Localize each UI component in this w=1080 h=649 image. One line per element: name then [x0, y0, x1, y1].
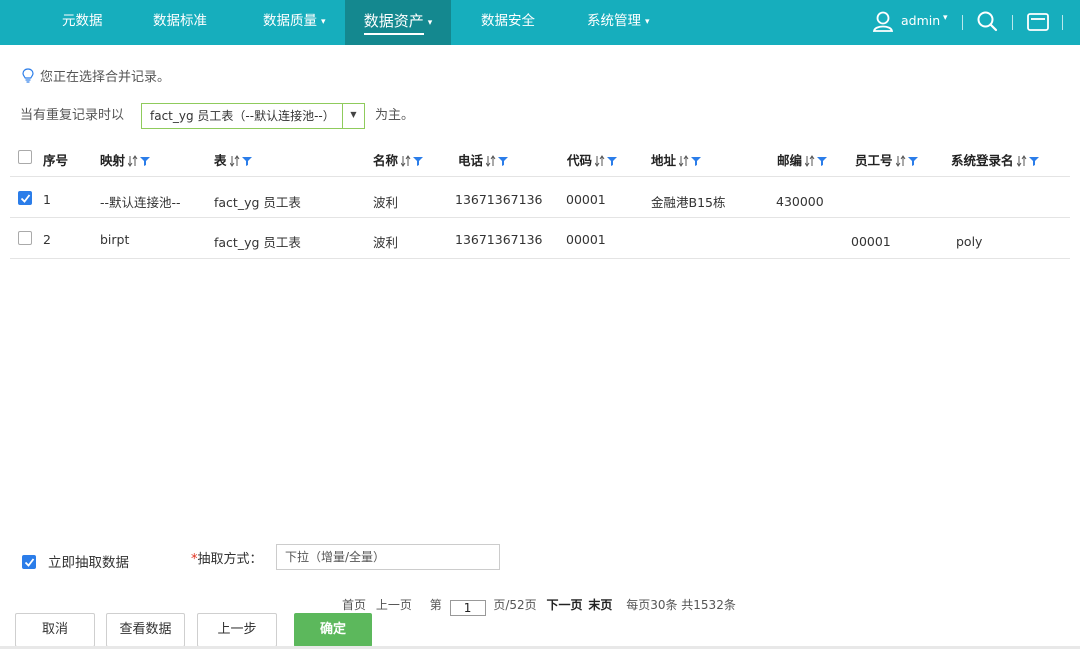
cell-phone: 13671367136 — [455, 192, 543, 207]
cell-mapping: --默认连接池-- — [100, 195, 181, 210]
sort-filter-icon[interactable] — [594, 155, 619, 170]
cell-name: 波利 — [373, 235, 399, 250]
cell-name: 波利 — [373, 195, 399, 210]
column-header-table[interactable]: 表 — [214, 150, 254, 170]
hint-text: 您正在选择合并记录。 — [40, 70, 171, 85]
prev-page-link[interactable]: 上一页 — [376, 598, 412, 612]
cell-employee-no: 00001 — [851, 234, 891, 249]
column-header-employee-no[interactable]: 员工号 — [855, 150, 920, 170]
table-divider — [10, 258, 1070, 259]
select-all-checkbox[interactable] — [18, 150, 32, 164]
checkmark-icon — [20, 194, 31, 203]
cell-address: 金融港B15栋 — [651, 195, 726, 210]
extract-now-checkbox[interactable] — [22, 555, 36, 569]
nav-item-label: 系统管理 — [587, 13, 641, 29]
nav-item-metadata[interactable]: 元数据 — [62, 0, 103, 45]
cell-table: fact_yg 员工表 — [214, 195, 301, 210]
nav-item-label: 元数据 — [62, 13, 103, 29]
pagination: 首页 上一页 第 1 页/52页 下一页 末页 每页30条 共1532条 — [342, 596, 736, 616]
search-icon[interactable] — [976, 10, 998, 32]
column-header-name[interactable]: 名称 — [373, 150, 425, 170]
divider — [1062, 15, 1063, 30]
column-header-login-name[interactable]: 系统登录名 — [951, 150, 1041, 170]
page-number-input[interactable]: 1 — [449, 600, 486, 616]
confirm-button[interactable]: 确定 — [294, 613, 372, 647]
extract-now-label: 立即抽取数据 — [48, 555, 129, 571]
nav-item-data-standard[interactable]: 数据标准 — [153, 0, 207, 45]
username: admin — [901, 13, 941, 28]
nav-item-data-assets[interactable]: 数据资产 ▾ — [345, 0, 451, 45]
next-page-link[interactable]: 下一页 — [547, 598, 583, 612]
dropdown-arrow-icon[interactable]: ▼ — [342, 104, 364, 128]
sort-filter-icon[interactable] — [229, 155, 254, 170]
sort-filter-icon[interactable] — [1016, 155, 1041, 170]
cancel-button[interactable]: 取消 — [15, 613, 95, 647]
column-header-code[interactable]: 代码 — [567, 150, 619, 170]
merge-hint: 您正在选择合并记录。 — [22, 66, 170, 85]
chevron-down-icon: ▾ — [645, 17, 650, 27]
chevron-down-icon: ▾ — [321, 17, 326, 27]
page-prefix: 第 — [429, 598, 442, 612]
table-divider — [10, 176, 1070, 177]
cell-phone: 13671367136 — [455, 232, 543, 247]
extract-mode-select[interactable]: 下拉（增量/全量） — [276, 544, 500, 570]
column-header-index: 序号 — [43, 153, 69, 168]
cell-code: 00001 — [566, 192, 606, 207]
nav-item-data-quality[interactable]: 数据质量 ▾ — [263, 0, 326, 45]
nav-item-label: 数据标准 — [153, 13, 207, 29]
last-page-link[interactable]: 末页 — [588, 598, 612, 612]
sort-filter-icon[interactable] — [127, 155, 152, 170]
column-header-mapping[interactable]: 映射 — [100, 150, 152, 170]
nav-item-label: 数据资产 — [363, 12, 424, 35]
cell-postcode: 430000 — [776, 194, 824, 209]
page-summary: 每页30条 共1532条 — [626, 598, 736, 612]
divider — [962, 15, 963, 30]
chevron-down-icon: ▾ — [427, 18, 433, 28]
sort-filter-icon[interactable] — [804, 155, 829, 170]
row-checkbox[interactable] — [18, 191, 32, 205]
user-icon — [872, 11, 894, 32]
checkmark-icon — [24, 558, 35, 567]
lightbulb-icon — [22, 68, 34, 83]
primary-suffix: 为主。 — [375, 108, 415, 123]
cell-index: 2 — [43, 232, 51, 247]
cell-login-name: poly — [956, 234, 983, 249]
sort-filter-icon[interactable] — [678, 155, 703, 170]
mail-icon[interactable] — [1027, 13, 1049, 31]
primary-prefix: 当有重复记录时以 — [20, 108, 125, 123]
sort-filter-icon[interactable] — [895, 155, 920, 170]
column-header-postcode[interactable]: 邮编 — [777, 150, 829, 170]
cell-table: fact_yg 员工表 — [214, 235, 301, 250]
divider — [1012, 15, 1013, 30]
cell-mapping: birpt — [100, 232, 130, 247]
select-value: fact_yg 员工表（--默认连接池--） — [150, 109, 335, 123]
top-nav-bar: 元数据 数据标准 数据质量 ▾ 数据资产 ▾ 数据安全 系统管理 ▾ admin ▾ — [0, 0, 1080, 45]
chevron-down-icon: ▾ — [943, 13, 948, 23]
nav-item-label: 数据安全 — [481, 13, 535, 29]
primary-record-select[interactable]: fact_yg 员工表（--默认连接池--） ▼ — [141, 103, 365, 129]
sort-filter-icon[interactable] — [485, 155, 510, 170]
table-divider — [10, 217, 1070, 218]
sort-filter-icon[interactable] — [400, 155, 425, 170]
column-header-phone[interactable]: 电话 — [458, 150, 510, 170]
previous-step-button[interactable]: 上一步 — [197, 613, 277, 647]
row-checkbox[interactable] — [18, 231, 32, 245]
first-page-link[interactable]: 首页 — [342, 598, 366, 612]
nav-item-data-security[interactable]: 数据安全 — [481, 0, 535, 45]
nav-item-system-admin[interactable]: 系统管理 ▾ — [587, 0, 650, 45]
page-suffix: 页/52页 — [493, 598, 537, 612]
cell-code: 00001 — [566, 232, 606, 247]
nav-item-label: 数据质量 — [263, 13, 317, 29]
cell-index: 1 — [43, 192, 51, 207]
column-header-address[interactable]: 地址 — [651, 150, 703, 170]
extract-mode-label: *抽取方式： — [191, 552, 263, 567]
view-data-button[interactable]: 查看数据 — [106, 613, 185, 647]
